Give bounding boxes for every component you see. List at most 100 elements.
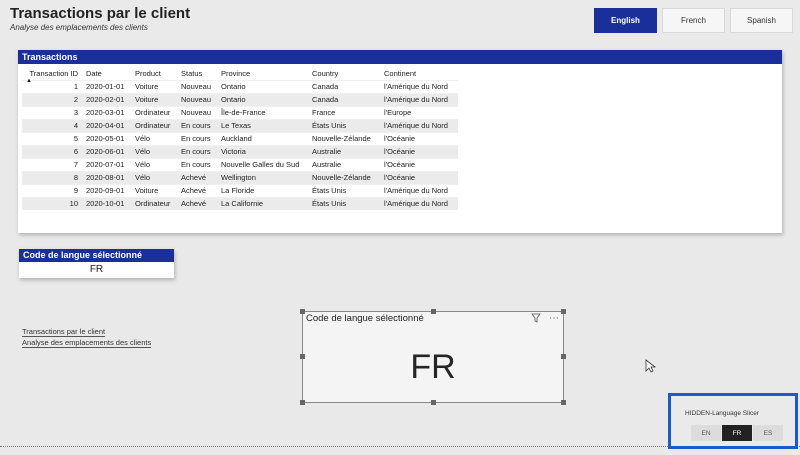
slicer-option-es[interactable]: ES bbox=[753, 425, 783, 441]
table-row[interactable]: 1 2020-01-01 Voiture Nouveau Ontario Canada l'… bbox=[22, 79, 458, 93]
cell-status: Nouveau bbox=[177, 105, 217, 119]
table-header-row: Transaction ID ▲ Date Product Status Pro… bbox=[22, 68, 458, 84]
cell-continent: l'Océanie bbox=[380, 170, 458, 184]
table-row[interactable]: 3 2020-03-01 Ordinateur Nouveau Île-de-Franc… bbox=[22, 105, 458, 119]
cell-status: Achevé bbox=[177, 170, 217, 184]
cell-product: Vélo bbox=[131, 157, 177, 171]
cell-country: Australie bbox=[308, 157, 380, 171]
cell-province: Victoria bbox=[217, 144, 308, 158]
cell-province: Auckland bbox=[217, 131, 308, 145]
cell-date: 2020-08-01 bbox=[82, 170, 131, 184]
sort-ascending-icon: ▲ bbox=[26, 78, 32, 84]
selected-language-table-value: FR bbox=[89, 264, 104, 275]
footer-subtitle-text: Analyse des emplacements des clients bbox=[22, 338, 152, 348]
cell-transaction-id: 4 bbox=[22, 118, 82, 132]
cell-status: Nouveau bbox=[177, 79, 217, 93]
column-header-continent[interactable]: Continent bbox=[380, 68, 458, 80]
cell-product: Voiture bbox=[131, 183, 177, 197]
french-button[interactable]: French bbox=[662, 8, 725, 33]
resize-handle-bottom-right[interactable] bbox=[561, 400, 566, 405]
cell-transaction-id: 5 bbox=[22, 131, 82, 145]
cell-country: France bbox=[308, 105, 380, 119]
cell-status: En cours bbox=[177, 157, 217, 171]
cell-continent: l'Amérique du Nord bbox=[380, 196, 458, 210]
table-row[interactable]: 5 2020-05-01 Vélo En cours Auckland Nouvelle-… bbox=[22, 131, 458, 145]
cell-transaction-id: 9 bbox=[22, 183, 82, 197]
cell-continent: l'Amérique du Nord bbox=[380, 92, 458, 106]
column-header-product[interactable]: Product bbox=[131, 68, 177, 80]
cell-transaction-id: 6 bbox=[22, 144, 82, 158]
cell-country: Canada bbox=[308, 79, 380, 93]
cell-country: États Unis bbox=[308, 118, 380, 132]
table-row[interactable]: 10 2020-10-01 Ordinateur Achevé La Californi… bbox=[22, 196, 458, 210]
cell-country: Nouvelle-Zélande bbox=[308, 131, 380, 145]
column-header-transaction-id[interactable]: Transaction ID ▲ bbox=[22, 68, 82, 84]
resize-handle-left[interactable] bbox=[300, 354, 305, 359]
cell-status: Nouveau bbox=[177, 92, 217, 106]
column-header-status[interactable]: Status bbox=[177, 68, 217, 80]
resize-handle-top-left[interactable] bbox=[300, 309, 305, 314]
cell-transaction-id: 7 bbox=[22, 157, 82, 171]
more-options-icon[interactable]: ⋯ bbox=[549, 313, 559, 326]
language-card-visual[interactable]: Code de langue sélectionné ⋯ FR bbox=[300, 309, 566, 405]
table-row[interactable]: 2 2020-02-01 Voiture Nouveau Ontario Canada l'… bbox=[22, 92, 458, 106]
footer-title-text: Transactions par le client bbox=[22, 327, 106, 337]
cell-province: Ontario bbox=[217, 79, 308, 93]
cell-transaction-id: 8 bbox=[22, 170, 82, 184]
cell-date: 2020-07-01 bbox=[82, 157, 131, 171]
selected-language-table[interactable]: Code de langue sélectionné FR bbox=[19, 249, 174, 278]
column-header-date[interactable]: Date bbox=[82, 68, 131, 80]
transactions-table-visual[interactable]: Transactions Transaction ID ▲ Date Produ… bbox=[18, 50, 782, 233]
column-header-country[interactable]: Country bbox=[308, 68, 380, 80]
cell-product: Voiture bbox=[131, 92, 177, 106]
resize-handle-top-right[interactable] bbox=[561, 309, 566, 314]
cell-province: Le Texas bbox=[217, 118, 308, 132]
slicer-option-fr[interactable]: FR bbox=[722, 425, 752, 441]
resize-handle-top[interactable] bbox=[431, 309, 436, 314]
cell-transaction-id: 3 bbox=[22, 105, 82, 119]
cell-product: Vélo bbox=[131, 144, 177, 158]
resize-handle-bottom[interactable] bbox=[431, 400, 436, 405]
page-subtitle: Analyse des emplacements des clients bbox=[10, 23, 148, 32]
resize-handle-right[interactable] bbox=[561, 354, 566, 359]
cell-province: La Floride bbox=[217, 183, 308, 197]
cell-product: Vélo bbox=[131, 131, 177, 145]
cell-product: Ordinateur bbox=[131, 196, 177, 210]
cell-province: Nouvelle Galles du Sud bbox=[217, 157, 308, 171]
cell-transaction-id: 10 bbox=[22, 196, 82, 210]
cell-status: Achevé bbox=[177, 183, 217, 197]
cell-continent: l'Amérique du Nord bbox=[380, 118, 458, 132]
cell-date: 2020-01-01 bbox=[82, 79, 131, 93]
table-row[interactable]: 6 2020-06-01 Vélo En cours Victoria Australie… bbox=[22, 144, 458, 158]
cell-continent: l'Amérique du Nord bbox=[380, 183, 458, 197]
cell-product: Ordinateur bbox=[131, 105, 177, 119]
transactions-table: Transaction ID ▲ Date Product Status Pro… bbox=[22, 68, 458, 210]
resize-handle-bottom-left[interactable] bbox=[300, 400, 305, 405]
card-visual-value: FR bbox=[410, 348, 456, 386]
cell-continent: l'Amérique du Nord bbox=[380, 79, 458, 93]
english-button[interactable]: English bbox=[594, 8, 657, 33]
table-row[interactable]: 7 2020-07-01 Vélo En cours Nouvelle Galles d… bbox=[22, 157, 458, 171]
transactions-table-title: Transactions bbox=[18, 50, 782, 64]
cell-country: Canada bbox=[308, 92, 380, 106]
table-row[interactable]: 4 2020-04-01 Ordinateur En cours Le Texas Éta… bbox=[22, 118, 458, 132]
cell-province: Ontario bbox=[217, 92, 308, 106]
table-row[interactable]: 8 2020-08-01 Vélo Achevé Wellington Nouvelle-… bbox=[22, 170, 458, 184]
cell-product: Ordinateur bbox=[131, 118, 177, 132]
hidden-language-slicer[interactable]: HIDDEN-Language Slicer EN FR ES bbox=[668, 393, 798, 449]
cell-province: La Californie bbox=[217, 196, 308, 210]
spanish-button[interactable]: Spanish bbox=[730, 8, 793, 33]
cell-date: 2020-04-01 bbox=[82, 118, 131, 132]
column-header-province[interactable]: Province bbox=[217, 68, 308, 80]
cell-country: États Unis bbox=[308, 183, 380, 197]
table-row[interactable]: 9 2020-09-01 Voiture Achevé La Floride États … bbox=[22, 183, 458, 197]
cell-province: Île-de-France bbox=[217, 105, 308, 119]
cell-product: Vélo bbox=[131, 170, 177, 184]
cell-transaction-id: 2 bbox=[22, 92, 82, 106]
slicer-option-en[interactable]: EN bbox=[691, 425, 721, 441]
cell-date: 2020-05-01 bbox=[82, 131, 131, 145]
cell-date: 2020-10-01 bbox=[82, 196, 131, 210]
cell-date: 2020-03-01 bbox=[82, 105, 131, 119]
cell-date: 2020-09-01 bbox=[82, 183, 131, 197]
filter-icon[interactable] bbox=[531, 313, 541, 326]
